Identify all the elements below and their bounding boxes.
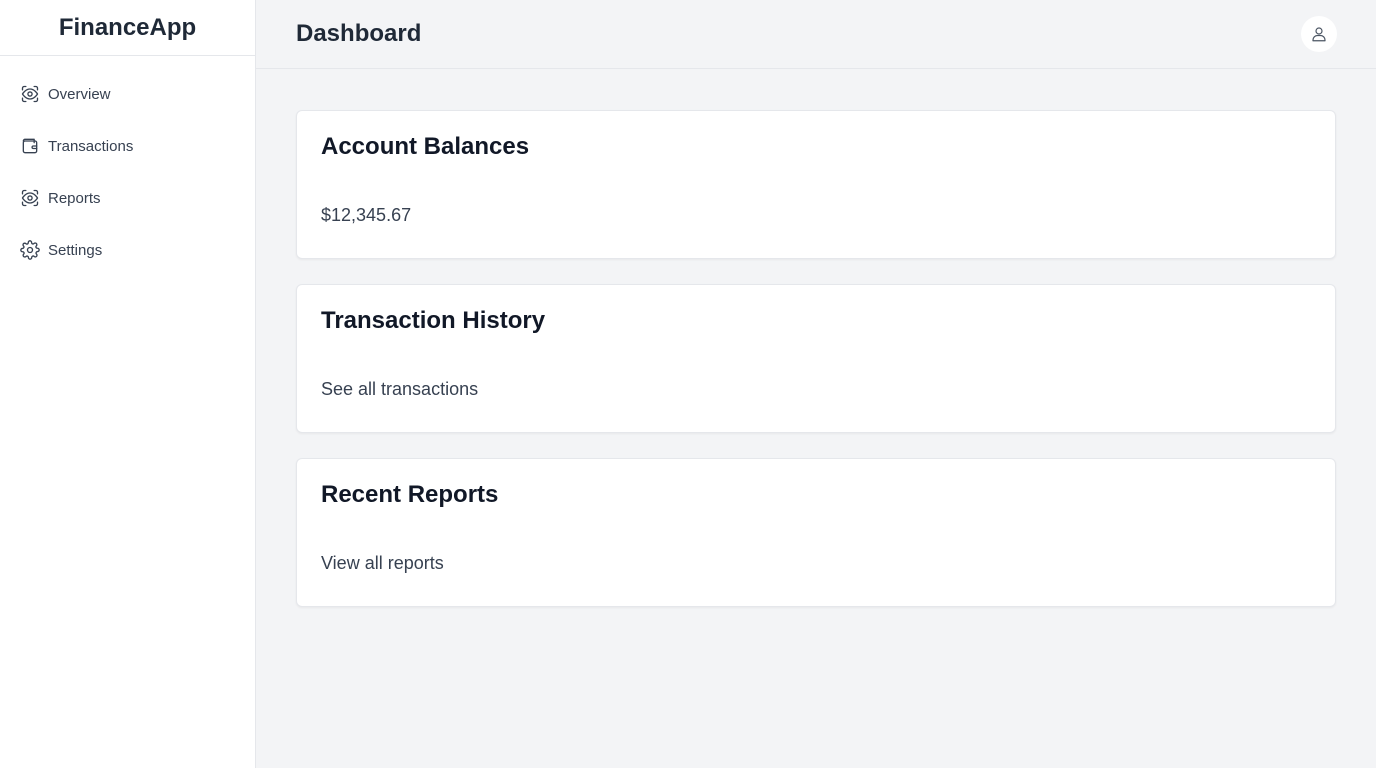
sidebar: FinanceApp Overview Transactions Reports… xyxy=(0,0,256,768)
card-title: Account Balances xyxy=(321,133,530,160)
transaction-history-card: Transaction History See all transactions xyxy=(296,284,1336,433)
account-balance-value: $12,345.67 xyxy=(321,205,412,225)
sidebar-item-settings[interactable]: Settings xyxy=(0,224,255,276)
sidebar-nav: Overview Transactions Reports Settings xyxy=(0,56,255,276)
main-area: Dashboard Account Balances $12,345.67 Tr… xyxy=(256,0,1376,768)
gear-icon xyxy=(20,240,40,260)
sidebar-item-reports[interactable]: Reports xyxy=(0,172,255,224)
sidebar-item-label: Overview xyxy=(48,85,111,103)
page-title: Dashboard xyxy=(296,20,422,47)
card-title: Recent Reports xyxy=(321,481,499,508)
account-balances-card: Account Balances $12,345.67 xyxy=(296,110,1336,259)
dashboard-content: Account Balances $12,345.67 Transaction … xyxy=(256,69,1376,632)
user-avatar-button[interactable] xyxy=(1301,16,1337,52)
view-all-reports-link[interactable]: View all reports xyxy=(321,553,1311,574)
top-header: Dashboard xyxy=(256,0,1376,69)
sidebar-item-label: Transactions xyxy=(48,137,134,155)
user-icon xyxy=(1312,27,1326,42)
card-title: Transaction History xyxy=(321,307,546,334)
app-root: FinanceApp Overview Transactions Reports… xyxy=(0,0,1376,768)
eye-icon xyxy=(20,188,40,208)
see-all-transactions-link[interactable]: See all transactions xyxy=(321,379,1311,400)
sidebar-item-label: Reports xyxy=(48,189,101,207)
wallet-icon xyxy=(20,136,40,156)
recent-reports-card: Recent Reports View all reports xyxy=(296,458,1336,607)
sidebar-item-transactions[interactable]: Transactions xyxy=(0,120,255,172)
brand-logo[interactable]: FinanceApp xyxy=(0,0,255,56)
eye-icon xyxy=(20,84,40,104)
sidebar-item-overview[interactable]: Overview xyxy=(0,68,255,120)
sidebar-item-label: Settings xyxy=(48,241,103,259)
